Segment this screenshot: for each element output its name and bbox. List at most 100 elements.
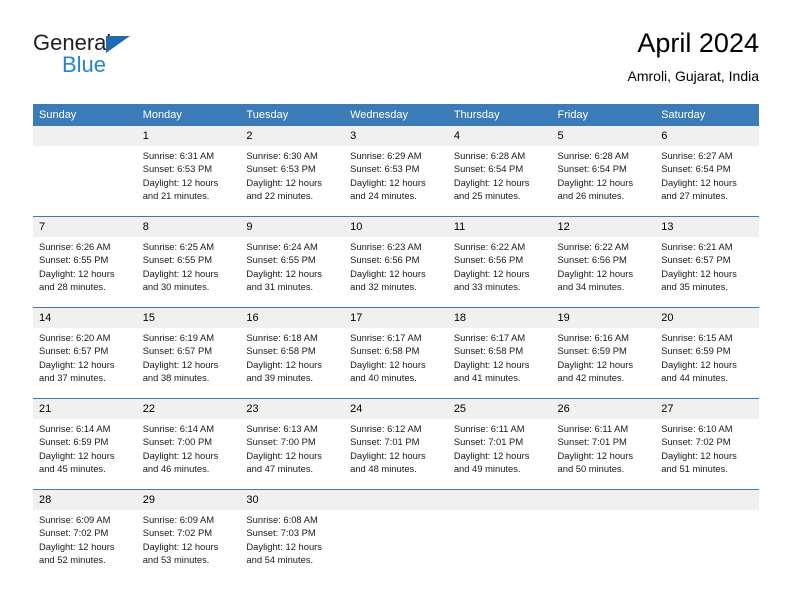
daylight-text: and 25 minutes. [453,189,521,201]
calendar-day-cell[interactable]: 6 Sunrise: 6:27 AM Sunset: 6:54 PM Daylight… [655,126,759,217]
sunrise-text: Sunrise: 6:09 AM [142,514,215,525]
calendar-day-cell[interactable]: 23 Sunrise: 6:13 AM Sunset: 7:00 PM Dayligh… [240,398,345,490]
sunrise-text: Sunrise: 6:29 AM [350,150,422,161]
calendar-day-cell[interactable]: 4 Sunrise: 6:28 AM Sunset: 6:54 PM Daylight… [447,126,552,217]
daylight-text: and 51 minutes. [661,462,728,474]
calendar-day-cell[interactable]: 3 Sunrise: 6:29 AM Sunset: 6:53 PM Daylight… [344,126,448,217]
daylight-text: Daylight: 12 hours [661,358,737,370]
calendar-day-cell[interactable]: 13 Sunrise: 6:21 AM Sunset: 6:57 PM Dayligh… [655,216,759,308]
day-sun-info: Sunrise: 6:11 AM Sunset: 7:01 PM Daylight:… [552,419,656,489]
calendar-day-cell[interactable]: 15 Sunrise: 6:19 AM Sunset: 6:57 PM Dayligh… [136,307,241,399]
calendar-day-cell[interactable]: 26 Sunrise: 6:11 AM Sunset: 7:01 PM Dayligh… [551,398,656,490]
sunset-text: Sunset: 6:57 PM [142,345,213,357]
sunrise-text: Sunrise: 6:13 AM [246,423,318,434]
day-number: 27 [655,399,759,419]
calendar-day-cell[interactable]: 19 Sunrise: 6:16 AM Sunset: 6:59 PM Dayligh… [551,307,656,399]
day-sun-info: Sunrise: 6:14 AM Sunset: 6:59 PM Daylight:… [33,419,137,489]
calendar-day-cell[interactable]: 28 Sunrise: 6:09 AM Sunset: 7:02 PM Dayligh… [33,489,137,580]
calendar-day-cell-empty [344,489,448,580]
daylight-text: Daylight: 12 hours [557,449,634,461]
sunset-text: Sunset: 6:55 PM [39,254,109,266]
calendar-day-cell[interactable]: 11 Sunrise: 6:22 AM Sunset: 6:56 PM Dayligh… [447,216,552,308]
day-number: 8 [136,217,241,237]
calendar-day-cell[interactable]: 25 Sunrise: 6:11 AM Sunset: 7:01 PM Dayligh… [447,398,552,490]
page-title: April 2024 [637,28,759,58]
sunset-text: Sunset: 7:03 PM [246,527,316,539]
sunrise-text: Sunrise: 6:17 AM [350,332,422,343]
sunrise-text: Sunrise: 6:24 AM [246,241,318,252]
calendar-day-cell[interactable]: 10 Sunrise: 6:23 AM Sunset: 6:56 PM Dayligh… [344,216,448,308]
daylight-text: Daylight: 12 hours [246,449,322,461]
sunrise-text: Sunrise: 6:11 AM [453,423,525,434]
sunset-text: Sunset: 6:56 PM [453,254,524,266]
calendar-day-cell[interactable]: 5 Sunrise: 6:28 AM Sunset: 6:54 PM Daylight… [551,126,656,217]
daylight-text: and 45 minutes. [39,462,106,474]
day-sun-info: Sunrise: 6:12 AM Sunset: 7:01 PM Daylight:… [344,419,448,489]
brand-logo: General Blue [33,30,213,86]
calendar-day-cell[interactable]: 17 Sunrise: 6:17 AM Sunset: 6:58 PM Dayligh… [344,307,448,399]
day-sun-info: Sunrise: 6:26 AM Sunset: 6:55 PM Daylight:… [33,237,137,307]
calendar-day-cell[interactable]: 7 Sunrise: 6:26 AM Sunset: 6:55 PM Daylight… [33,216,137,308]
day-number: 29 [136,490,241,510]
daylight-text: Daylight: 12 hours [246,358,322,370]
day-number: 12 [551,217,656,237]
sunrise-text: Sunrise: 6:15 AM [661,332,733,343]
day-number [344,490,448,510]
calendar-day-cell[interactable]: 29 Sunrise: 6:09 AM Sunset: 7:02 PM Dayligh… [136,489,241,580]
sunrise-text: Sunrise: 6:22 AM [557,241,629,252]
day-sun-info [655,510,759,580]
weekday-header-thursday: Thursday [447,104,552,126]
sunset-text: Sunset: 7:00 PM [246,436,316,448]
daylight-text: Daylight: 12 hours [350,358,426,370]
day-sun-info [33,146,137,216]
day-sun-info: Sunrise: 6:29 AM Sunset: 6:53 PM Daylight:… [344,146,448,216]
daylight-text: and 42 minutes. [557,371,625,383]
calendar-day-cell[interactable]: 12 Sunrise: 6:22 AM Sunset: 6:56 PM Dayligh… [551,216,656,308]
calendar-day-cell[interactable]: 22 Sunrise: 6:14 AM Sunset: 7:00 PM Dayligh… [136,398,241,490]
sunset-text: Sunset: 6:54 PM [453,163,524,175]
daylight-text: Daylight: 12 hours [350,176,426,188]
day-sun-info [448,510,552,580]
daylight-text: and 28 minutes. [39,280,106,292]
daylight-text: and 46 minutes. [142,462,210,474]
calendar-day-cell[interactable]: 18 Sunrise: 6:17 AM Sunset: 6:58 PM Dayligh… [447,307,552,399]
daylight-text: Daylight: 12 hours [453,358,530,370]
calendar-day-cell[interactable]: 2 Sunrise: 6:30 AM Sunset: 6:53 PM Daylight… [240,126,345,217]
day-number: 6 [655,126,759,146]
calendar-day-cell[interactable]: 14 Sunrise: 6:20 AM Sunset: 6:57 PM Dayligh… [33,307,137,399]
sunrise-text: Sunrise: 6:28 AM [453,150,526,161]
calendar-day-cell[interactable]: 1 Sunrise: 6:31 AM Sunset: 6:53 PM Daylight… [136,126,241,217]
daylight-text: Daylight: 12 hours [39,540,115,552]
sunset-text: Sunset: 6:59 PM [661,345,731,357]
day-sun-info: Sunrise: 6:14 AM Sunset: 7:00 PM Daylight:… [137,419,241,489]
daylight-text: and 30 minutes. [142,280,210,292]
sunrise-text: Sunrise: 6:11 AM [557,423,629,434]
day-number: 26 [551,399,656,419]
sunrise-text: Sunrise: 6:25 AM [142,241,215,252]
sunset-text: Sunset: 6:54 PM [661,163,731,175]
daylight-text: and 27 minutes. [661,189,728,201]
day-number: 28 [33,490,137,510]
calendar-day-cell[interactable]: 21 Sunrise: 6:14 AM Sunset: 6:59 PM Dayligh… [33,398,137,490]
daylight-text: Daylight: 12 hours [246,267,322,279]
weekday-header-friday: Friday [551,104,656,126]
calendar-day-cell[interactable]: 20 Sunrise: 6:15 AM Sunset: 6:59 PM Dayligh… [655,307,759,399]
calendar-day-cell[interactable]: 30 Sunrise: 6:08 AM Sunset: 7:03 PM Dayligh… [240,489,345,580]
sunrise-text: Sunrise: 6:31 AM [142,150,215,161]
calendar-day-cell-empty [655,489,759,580]
day-number: 3 [344,126,448,146]
calendar-day-cell[interactable]: 24 Sunrise: 6:12 AM Sunset: 7:01 PM Dayligh… [344,398,448,490]
calendar-day-cell[interactable]: 16 Sunrise: 6:18 AM Sunset: 6:58 PM Dayligh… [240,307,345,399]
calendar-day-cell-empty [447,489,552,580]
sunrise-text: Sunrise: 6:30 AM [246,150,318,161]
daylight-text: and 53 minutes. [142,553,210,565]
calendar-day-cell[interactable]: 8 Sunrise: 6:25 AM Sunset: 6:55 PM Daylight… [136,216,241,308]
sunrise-text: Sunrise: 6:17 AM [453,332,526,343]
daylight-text: and 35 minutes. [661,280,728,292]
sunrise-text: Sunrise: 6:19 AM [142,332,215,343]
calendar-day-cell[interactable]: 27 Sunrise: 6:10 AM Sunset: 7:02 PM Dayligh… [655,398,759,490]
sunset-text: Sunset: 6:59 PM [557,345,627,357]
calendar-day-cell[interactable]: 9 Sunrise: 6:24 AM Sunset: 6:55 PM Daylight… [240,216,345,308]
day-sun-info: Sunrise: 6:25 AM Sunset: 6:55 PM Daylight:… [137,237,241,307]
calendar-week-row: 14 Sunrise: 6:20 AM Sunset: 6:57 PM Dayligh… [33,307,759,399]
